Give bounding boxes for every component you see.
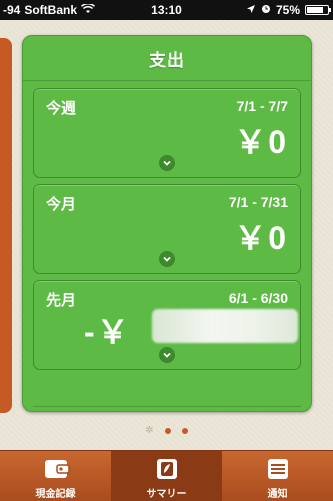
redacted-amount (152, 309, 298, 343)
page-indicator[interactable]: ✲ (0, 425, 333, 436)
panel-title: 支出 (149, 51, 185, 70)
alarm-clock-icon (261, 3, 271, 17)
card-date-range: 7/1 - 7/31 (228, 194, 288, 210)
tab-label: 現金記録 (35, 489, 76, 500)
gear-icon: ✲ (145, 425, 154, 436)
summary-icon (153, 457, 181, 486)
status-bar: -94 SoftBank 13:10 75% (0, 0, 333, 20)
tab-cash-record[interactable]: 現金記録 (0, 451, 111, 501)
card-amount-prefix: -￥ (84, 314, 131, 350)
card-date-range: 7/1 - 7/7 (236, 98, 288, 114)
card-amount: ￥0 (234, 220, 288, 256)
page-dot (181, 427, 188, 434)
this-month-card[interactable]: 今月 7/1 - 7/31 ￥0 (33, 184, 301, 274)
card-label: 先月 (46, 292, 77, 309)
title-divider (23, 80, 311, 81)
page-dot (164, 427, 171, 434)
tab-notification[interactable]: 通知 (222, 451, 333, 501)
list-icon (264, 457, 292, 486)
previous-page-card-edge[interactable] (0, 38, 12, 413)
battery-icon (305, 5, 331, 15)
card-amount: ￥0 (234, 124, 288, 160)
tab-label: 通知 (267, 489, 288, 500)
card-label: 今月 (46, 196, 77, 213)
last-month-card[interactable]: 先月 6/1 - 6/30 -￥ (33, 280, 301, 370)
expense-summary-panel: 支出 今週 7/1 - 7/7 ￥0 今月 7/1 - 7/31 ￥0 先月 6… (22, 35, 312, 412)
chevron-down-icon (163, 352, 171, 358)
wallet-icon (42, 457, 70, 486)
card-label: 今週 (46, 100, 77, 117)
tab-label: サマリー (146, 489, 187, 500)
expand-button[interactable] (159, 155, 175, 171)
battery-percent: 75% (275, 3, 300, 17)
expand-button[interactable] (159, 251, 175, 267)
chevron-down-icon (163, 160, 171, 166)
chevron-down-icon (163, 256, 171, 262)
card-date-range: 6/1 - 6/30 (228, 290, 288, 306)
this-week-card[interactable]: 今週 7/1 - 7/7 ￥0 (33, 88, 301, 178)
tab-summary[interactable]: サマリー (111, 451, 222, 501)
panel-bottom-divider (33, 406, 301, 407)
tab-bar: 現金記録 サマリー 通知 (0, 450, 333, 501)
status-indicators: 75% (246, 3, 331, 17)
expand-button[interactable] (159, 347, 175, 363)
location-arrow-icon (246, 3, 256, 17)
